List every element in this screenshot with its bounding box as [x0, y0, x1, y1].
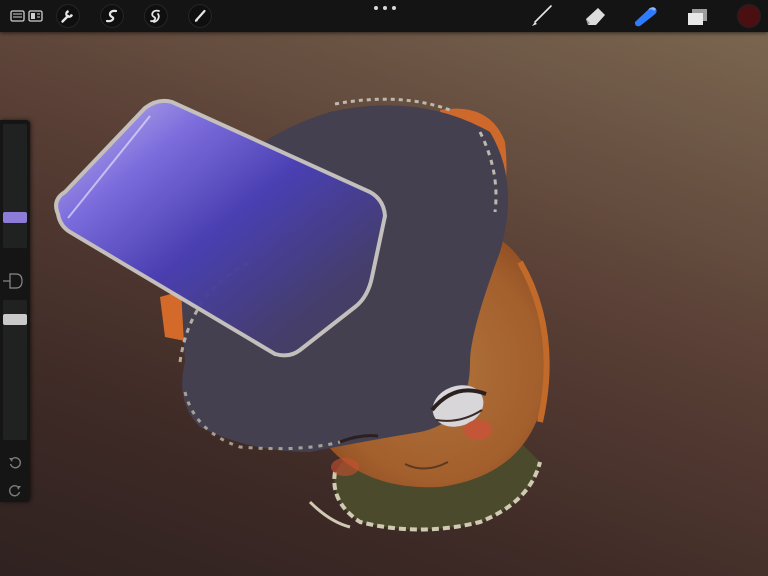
brush-icon[interactable] — [528, 5, 554, 27]
brush-size-slider[interactable] — [3, 124, 27, 248]
layout-icon[interactable] — [28, 5, 44, 27]
eraser-icon[interactable] — [632, 5, 660, 27]
opacity-thumb[interactable] — [3, 314, 27, 325]
undo-icon[interactable] — [7, 454, 23, 470]
artwork — [54, 97, 550, 532]
top-toolbar — [0, 0, 768, 32]
smudge-icon[interactable] — [582, 5, 608, 27]
wrench-icon[interactable] — [56, 4, 80, 28]
sidebar — [0, 120, 30, 502]
brush-size-thumb[interactable] — [3, 212, 27, 223]
ellipsis-icon[interactable] — [374, 2, 396, 14]
modify-square-icon[interactable] — [2, 270, 26, 292]
layers-icon[interactable] — [686, 5, 710, 27]
drawing-canvas[interactable] — [0, 32, 768, 576]
selection-icon[interactable] — [144, 4, 168, 28]
current-color-swatch[interactable] — [738, 5, 760, 27]
adjustments-icon[interactable] — [100, 4, 124, 28]
redo-icon[interactable] — [7, 482, 23, 498]
gallery-icon[interactable] — [10, 5, 26, 27]
transform-arrow-icon[interactable] — [188, 4, 212, 28]
procreate-app — [0, 0, 768, 576]
